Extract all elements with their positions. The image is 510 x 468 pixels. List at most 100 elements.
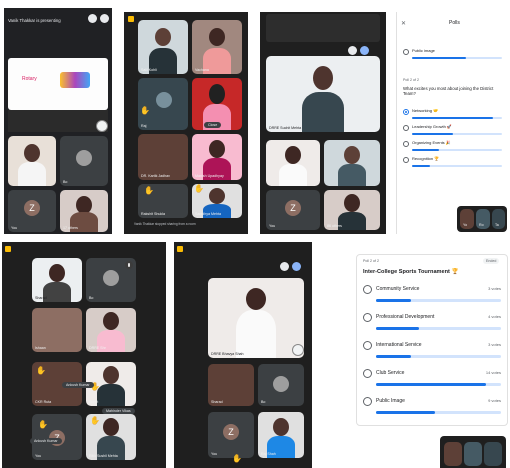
- cast-icon[interactable]: [292, 262, 301, 271]
- participant-tile: Vachana: [192, 20, 242, 74]
- radio-button[interactable]: [363, 285, 372, 294]
- radio-button[interactable]: [403, 109, 409, 115]
- participant-name: DR. Kartik Jadhav: [141, 174, 170, 178]
- participant-tile: ✋ Rakshit Shukla: [138, 184, 188, 218]
- option-bar: [412, 57, 502, 59]
- cast-icon[interactable]: [100, 14, 109, 23]
- mini-tile-name: Ro: [479, 223, 484, 227]
- participant-head: [209, 84, 225, 104]
- pin-icon[interactable]: [88, 14, 97, 23]
- participant-tile: [324, 140, 380, 186]
- poll-option[interactable]: International Service 3 votes: [363, 341, 501, 371]
- radio-button[interactable]: [363, 369, 372, 378]
- radio-button[interactable]: [363, 313, 372, 322]
- poll-option[interactable]: Public Image 9 votes: [363, 397, 501, 425]
- participant-body: [279, 164, 307, 186]
- participant-tile: DRRE Shr: [86, 308, 136, 352]
- participant-body: [43, 282, 71, 302]
- option-votes: 14 votes: [485, 370, 501, 375]
- participant-body: [97, 384, 125, 406]
- participant-head: [103, 418, 119, 436]
- option-label: Recognition 🏆: [412, 156, 440, 161]
- mini-tile-name: Yo: [463, 223, 468, 227]
- option-bar: [412, 149, 502, 151]
- self-avatar: Z: [223, 424, 239, 440]
- cast-icon[interactable]: [360, 46, 369, 55]
- participant-avatar: [76, 150, 92, 166]
- radio-button[interactable]: [363, 341, 372, 350]
- fullscreen-icon[interactable]: [292, 344, 304, 356]
- poll-option[interactable]: Networking 🤝: [403, 108, 502, 122]
- poll-option[interactable]: Club Service 14 votes: [363, 369, 501, 399]
- pin-icon[interactable]: [348, 46, 357, 55]
- participant-tile: Bo: [60, 136, 108, 186]
- raised-hand-icon: ✋: [194, 184, 204, 193]
- mini-tile: Yo: [460, 209, 474, 229]
- participant-name: Ritik Sushil Mehta: [89, 454, 118, 458]
- participant-name: Sharad: [35, 296, 47, 300]
- raised-hand-icon: ✋: [232, 454, 242, 463]
- participant-tile: Salil Kohli: [138, 20, 188, 74]
- radio-button[interactable]: [403, 141, 409, 147]
- participant-tile: ✋ Sanidhya Mehta: [192, 184, 242, 218]
- poll-option[interactable]: Community Service 3 votes: [363, 285, 501, 315]
- radio-button[interactable]: [403, 49, 409, 55]
- mini-tile: [484, 442, 502, 466]
- participant-name: DRRE Shr: [89, 346, 106, 350]
- self-name: You: [211, 452, 218, 456]
- poll-option[interactable]: Professional Development 4 votes: [363, 313, 501, 343]
- participant-name: Bo: [261, 400, 266, 404]
- poll-count: Poll 2 of 2: [403, 78, 419, 82]
- option-bar: [376, 383, 501, 386]
- main-speaker-tile: DRRE Bhavya Shah: [208, 278, 304, 358]
- participant-head: [155, 28, 171, 46]
- participant-tile: Sharad: [208, 364, 254, 406]
- expand-icon[interactable]: [96, 120, 108, 132]
- participant-tile: ✋ Raj: [138, 78, 188, 130]
- participant-tile: Sharad: [32, 258, 82, 302]
- speaker-body: [236, 310, 276, 358]
- main-speaker-name: DRRE Suchit Mehta: [269, 126, 302, 130]
- mini-tile: [464, 442, 482, 466]
- option-bar-fill: [376, 355, 411, 358]
- hand-label: Ankush Kumar: [62, 382, 94, 388]
- poll-option[interactable]: Leadership Growth 🚀: [403, 124, 502, 138]
- participant-head: [103, 366, 119, 384]
- self-tile: ✋ Z You: [32, 414, 82, 460]
- participant-tile: 17 others: [60, 190, 108, 232]
- muted-mic-icon: [125, 261, 133, 269]
- option-bar-fill: [412, 57, 466, 59]
- slide-logo: Rotary: [22, 76, 37, 82]
- close-icon[interactable]: ✕: [401, 20, 406, 27]
- participant-tile: [8, 136, 56, 186]
- option-bar-fill: [376, 383, 486, 386]
- participant-tile: Bo: [86, 258, 136, 302]
- option-bar: [412, 117, 502, 119]
- participant-avatar: [103, 270, 119, 286]
- mini-tile-name: Ta: [495, 223, 499, 227]
- mini-tiles-strip: [440, 436, 506, 468]
- option-label: Organizing Events 🎉: [412, 140, 451, 145]
- option-bar: [412, 165, 502, 167]
- poll-option[interactable]: Organizing Events 🎉: [403, 140, 502, 154]
- option-bar-fill: [376, 327, 419, 330]
- pin-icon[interactable]: [280, 262, 289, 271]
- radio-button[interactable]: [403, 157, 409, 163]
- poll-count: Poll 2 of 2: [363, 259, 379, 263]
- close-chip[interactable]: Close: [204, 122, 222, 128]
- option-bar: [376, 411, 501, 414]
- stopped-sharing-notice: Vanik Thakkar stopped sharing from a roo…: [134, 222, 196, 226]
- polls-panel-small: ✕ Polls Public image Poll 2 of 2 What ex…: [396, 12, 508, 234]
- poll-option-top[interactable]: Public image: [403, 48, 502, 62]
- polls-title: Polls: [449, 20, 460, 26]
- poll-option[interactable]: Recognition 🏆: [403, 156, 502, 170]
- raised-hand-icon: ✋: [36, 366, 46, 375]
- radio-button[interactable]: [363, 397, 372, 406]
- participant-tile: 86 others: [324, 190, 380, 230]
- self-name: You: [269, 224, 276, 228]
- self-name: You: [35, 454, 42, 458]
- chat-badge-icon: [5, 246, 11, 252]
- option-label: Public Image: [376, 398, 405, 404]
- radio-button[interactable]: [403, 125, 409, 131]
- participant-name: Raj: [141, 124, 147, 128]
